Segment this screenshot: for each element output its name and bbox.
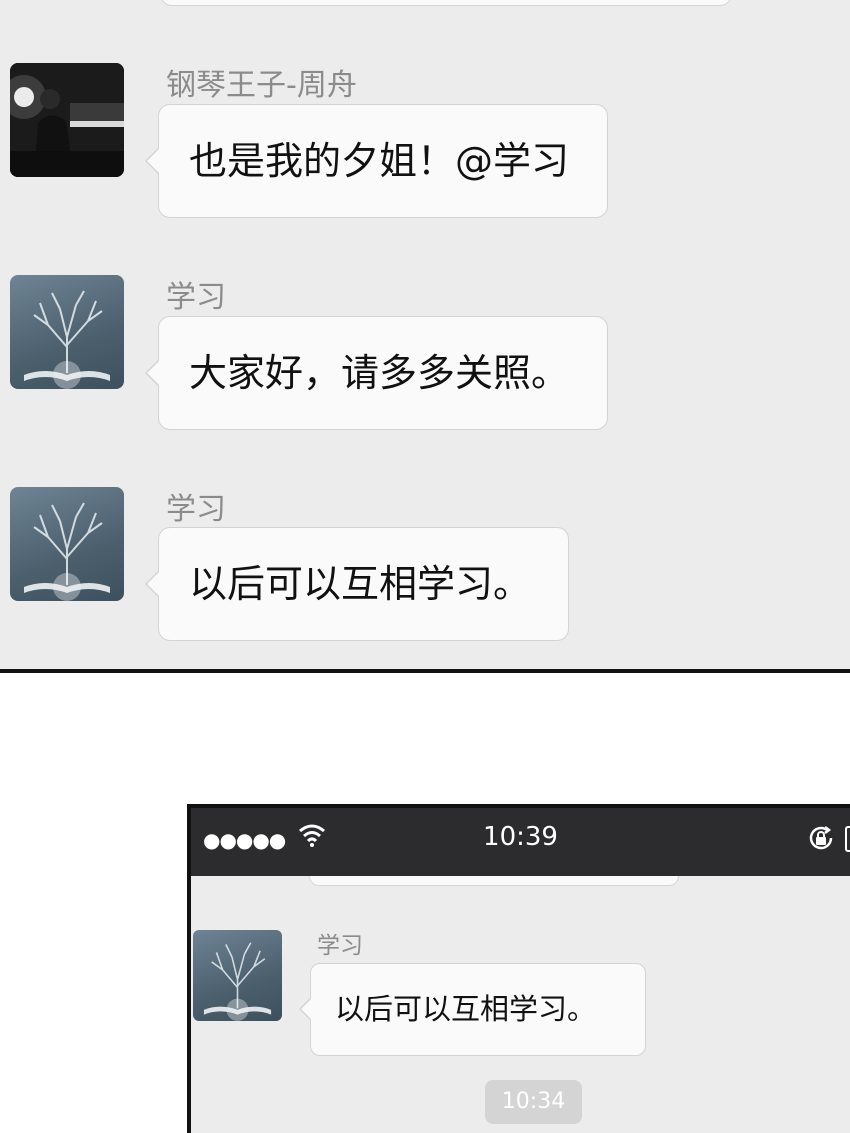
message-bubble[interactable]: 也是我的夕姐！@学习 — [145, 104, 608, 218]
message-bubble[interactable]: 大家好，请多多关照。 — [145, 316, 608, 430]
tree-book-icon — [24, 290, 110, 389]
chat-panel-top: 钢琴王子-周舟 也是我的夕姐！@学习 学习 大家好，请多多关照。 学习 以后可以… — [0, 0, 850, 673]
piano-player-photo-icon — [10, 63, 124, 177]
avatar-xuexi[interactable] — [193, 930, 282, 1021]
sender-name: 学习 — [166, 492, 226, 527]
rotation-lock-icon — [809, 826, 833, 850]
timestamp-badge: 10:34 — [485, 1080, 582, 1124]
avatar-xuexi[interactable] — [10, 275, 124, 389]
sender-name: 学习 — [166, 280, 226, 315]
tree-book-icon — [203, 942, 272, 1021]
sender-name: 学习 — [317, 933, 363, 959]
statusbar: ●●●●● 10:39 — [191, 808, 850, 876]
avatar-xuexi[interactable] — [10, 487, 124, 601]
status-clock: 10:39 — [483, 822, 558, 852]
message-bubble[interactable]: 以后可以互相学习。 — [145, 527, 569, 641]
battery-icon — [845, 826, 850, 852]
phone-screen-panel: ●●●●● 10:39 学习 以后可以互相学习。 10:34 — [187, 804, 850, 1133]
avatar-piano-prince[interactable] — [10, 63, 124, 177]
message-bubble[interactable]: 以后可以互相学习。 — [299, 963, 646, 1056]
partial-message-bubble — [160, 0, 732, 6]
sender-name: 钢琴王子-周舟 — [166, 68, 357, 103]
tree-book-icon — [24, 502, 110, 601]
